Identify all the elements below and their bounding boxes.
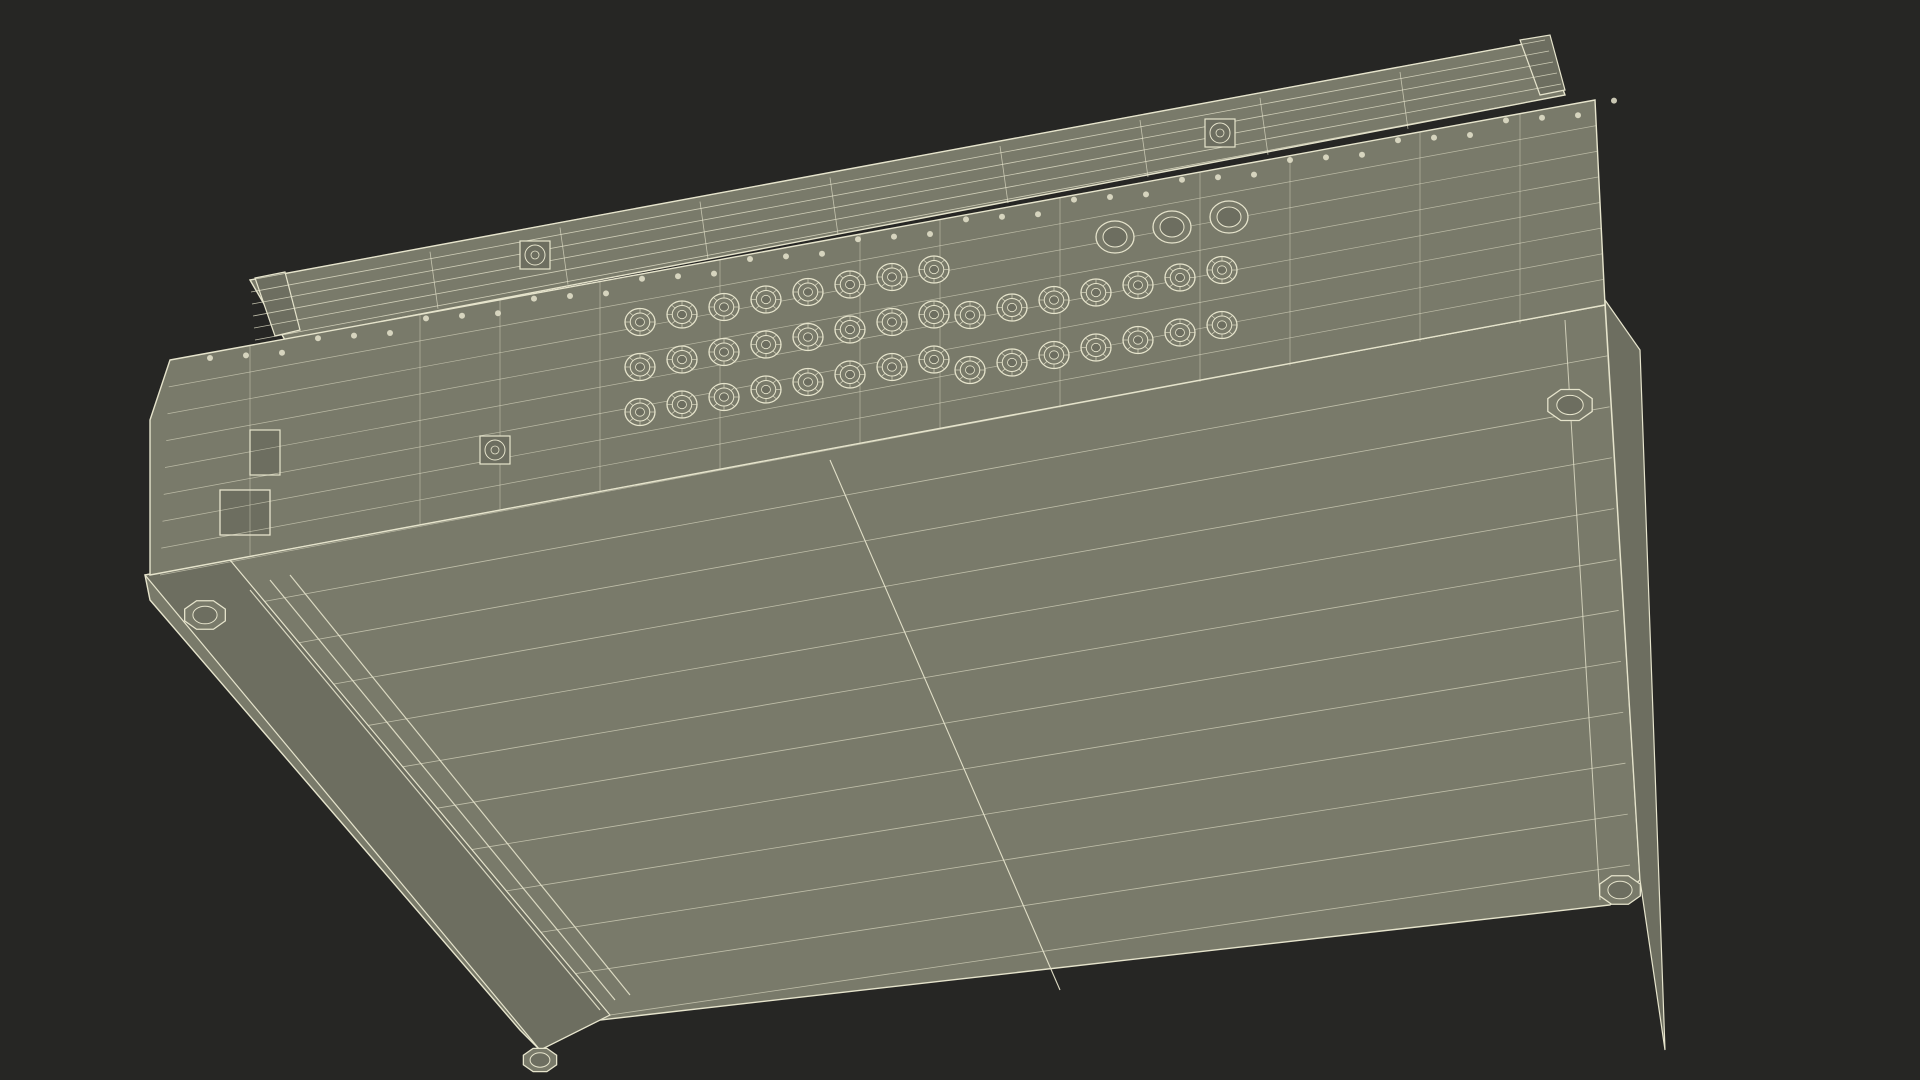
- input-jack: [918, 255, 950, 284]
- xlr-output: [1209, 200, 1249, 234]
- fan-grille: [479, 435, 511, 465]
- input-jack: [792, 277, 824, 307]
- screw: [1611, 97, 1617, 104]
- output-jack: [1164, 318, 1196, 347]
- screw: [243, 352, 249, 359]
- screw: [1071, 196, 1077, 203]
- screw: [1539, 114, 1545, 121]
- screw: [1575, 112, 1581, 119]
- screw: [351, 332, 357, 339]
- input-jack: [918, 300, 950, 329]
- output-jack: [1122, 270, 1154, 300]
- output-jack: [1080, 278, 1112, 307]
- input-jack: [624, 397, 656, 427]
- input-jack: [834, 360, 866, 389]
- screw: [567, 293, 573, 299]
- input-jack: [876, 262, 908, 292]
- output-jack: [1206, 310, 1238, 340]
- input-jack: [666, 390, 698, 419]
- input-jack: [708, 292, 740, 322]
- rubber-foot: [184, 600, 226, 630]
- input-jack: [708, 337, 740, 367]
- output-jack: [1122, 325, 1154, 355]
- input-jack: [876, 352, 908, 382]
- input-jack: [792, 367, 824, 397]
- rubber-foot: [1547, 388, 1593, 422]
- screw: [1467, 132, 1473, 138]
- input-jack: [666, 345, 698, 374]
- screw: [639, 275, 645, 282]
- screw: [423, 315, 429, 322]
- output-jack: [954, 300, 986, 330]
- input-jack: [750, 330, 782, 359]
- input-jack: [666, 300, 698, 329]
- wireframe-render-viewport: [0, 0, 1920, 1080]
- output-jack: [996, 348, 1028, 377]
- screw: [1035, 211, 1041, 218]
- output-jack: [1080, 333, 1112, 362]
- screw: [1359, 151, 1365, 158]
- input-jack: [918, 345, 950, 374]
- input-jack: [834, 315, 866, 344]
- screw: [891, 233, 897, 240]
- screw: [1503, 117, 1509, 124]
- screw: [603, 290, 609, 297]
- output-jack: [1164, 263, 1196, 292]
- screw: [1251, 171, 1257, 178]
- screw: [819, 250, 825, 257]
- screw: [1107, 194, 1113, 200]
- screw: [279, 349, 285, 356]
- screw: [1179, 176, 1185, 183]
- screw: [387, 330, 393, 336]
- screw: [531, 295, 537, 302]
- input-jack: [750, 285, 782, 314]
- screw: [1143, 191, 1149, 198]
- input-jack: [834, 270, 866, 299]
- output-jack: [996, 293, 1028, 322]
- rubber-foot: [522, 1047, 558, 1073]
- output-jack: [954, 355, 986, 385]
- input-jack: [624, 307, 656, 337]
- output-jack: [1038, 340, 1070, 370]
- screw: [675, 273, 681, 280]
- screw: [495, 310, 501, 317]
- rubber-foot: [1599, 875, 1641, 905]
- screw: [315, 335, 321, 342]
- screw: [1215, 174, 1221, 181]
- input-jack: [624, 352, 656, 382]
- fan-grille: [519, 240, 551, 270]
- output-jack: [1206, 255, 1238, 285]
- screw: [783, 253, 789, 260]
- screw: [207, 355, 213, 361]
- screw: [747, 256, 753, 262]
- mixer-wireframe-scene: [0, 0, 1920, 1080]
- input-jack: [876, 307, 908, 337]
- input-jack: [792, 322, 824, 352]
- screw: [999, 213, 1005, 220]
- screw: [927, 231, 933, 237]
- fan-grille: [1204, 118, 1236, 148]
- power-switch: [249, 429, 281, 476]
- screw: [459, 312, 465, 319]
- input-jack: [750, 375, 782, 404]
- screw: [1287, 157, 1293, 163]
- input-jack: [708, 382, 740, 412]
- xlr-output: [1152, 210, 1192, 244]
- screw: [1395, 137, 1401, 144]
- screw: [1431, 134, 1437, 141]
- screw: [1323, 154, 1329, 161]
- screw: [711, 270, 717, 277]
- power-inlet: [219, 489, 271, 536]
- screw: [963, 216, 969, 223]
- xlr-output: [1095, 220, 1135, 254]
- screw: [855, 236, 861, 243]
- output-jack: [1038, 285, 1070, 315]
